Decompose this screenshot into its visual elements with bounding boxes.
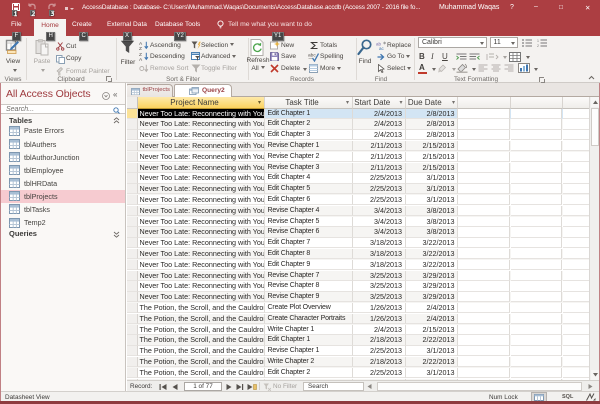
svg-text:A: A [139,57,143,61]
svg-text:abc: abc [308,53,316,59]
svg-text:Z: Z [139,46,142,50]
svg-text:ac: ac [379,46,385,50]
svg-text:2: 2 [537,44,539,47]
svg-text:1: 1 [537,39,539,43]
